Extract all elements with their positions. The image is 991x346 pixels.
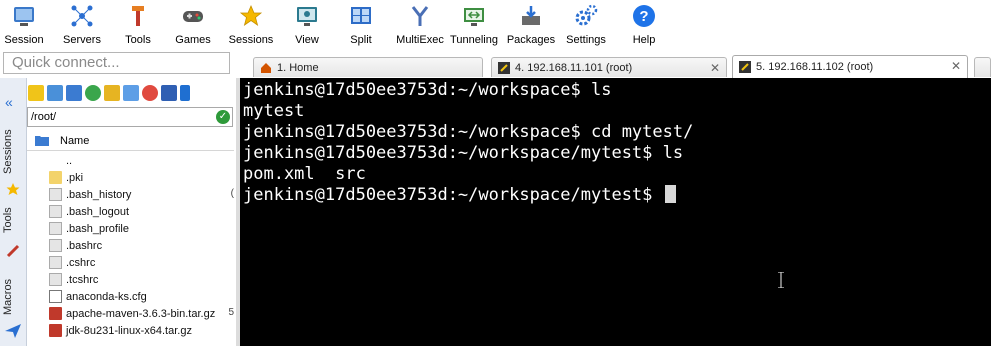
- new-tab-button[interactable]: [974, 57, 991, 77]
- tab-home[interactable]: 1. Home: [253, 57, 483, 77]
- sftp-sidebar: « Sessions Tools Macros /root/ ✓ Name ..…: [0, 78, 238, 346]
- games-icon: [180, 3, 206, 29]
- tunneling-button[interactable]: Tunneling: [450, 0, 498, 50]
- session-icon: [11, 3, 37, 29]
- new-file-icon[interactable]: [123, 85, 139, 101]
- tools-icon: [125, 3, 151, 29]
- properties-icon[interactable]: [180, 85, 190, 101]
- terminal-line: jenkins@17d50ee3753d:~/workspace/mytest$…: [243, 143, 684, 163]
- packages-icon: [518, 3, 544, 29]
- terminal-line: mytest: [243, 101, 305, 121]
- list-item[interactable]: jdk-8u231-linux-x64.tar.gz: [27, 322, 234, 339]
- file-icon: [49, 222, 62, 235]
- vtab-macros[interactable]: Macros: [2, 274, 24, 320]
- folder-up-icon[interactable]: [28, 85, 44, 101]
- list-item[interactable]: .pki: [27, 169, 234, 186]
- folder-icon: [35, 134, 49, 149]
- servers-icon: [69, 3, 95, 29]
- folder-icon: [49, 171, 62, 184]
- terminal-prompt-line: jenkins@17d50ee3753d:~/workspace/mytest$: [243, 185, 676, 206]
- quick-connect-input[interactable]: Quick connect...: [3, 52, 230, 74]
- rename-icon[interactable]: [161, 85, 177, 101]
- file-icon: [49, 239, 62, 252]
- tools-icon: [6, 244, 20, 263]
- tunneling-icon: [461, 3, 487, 29]
- view-icon: [294, 3, 320, 29]
- sidebar-vertical-tabs: « Sessions Tools Macros: [0, 78, 27, 346]
- text-cursor-icon: [778, 271, 784, 289]
- list-item[interactable]: .tcshrc: [27, 271, 234, 288]
- refresh-icon[interactable]: [85, 85, 101, 101]
- path-input[interactable]: /root/ ✓: [27, 107, 233, 127]
- close-icon[interactable]: ✕: [951, 59, 961, 73]
- list-item[interactable]: .bash_profile: [27, 220, 234, 237]
- vtab-sessions[interactable]: Sessions: [2, 124, 24, 180]
- star-icon: [238, 3, 264, 29]
- help-icon: ?: [631, 3, 657, 29]
- tab-session-101[interactable]: 4. 192.168.11.101 (root) ✕: [491, 57, 727, 77]
- terminal-line: pom.xml src: [243, 164, 366, 184]
- ssh-icon: [498, 61, 510, 74]
- list-item[interactable]: .bashrc: [27, 237, 234, 254]
- list-item[interactable]: .cshrc: [27, 254, 234, 271]
- list-item[interactable]: ..: [27, 152, 234, 169]
- session-tabbar: 1. Home 4. 192.168.11.101 (root) ✕ 5. 19…: [238, 52, 991, 78]
- upload-icon[interactable]: [66, 85, 82, 101]
- help-button[interactable]: ? Help: [629, 0, 659, 50]
- delete-icon[interactable]: [142, 85, 158, 101]
- sessions-button[interactable]: Sessions: [228, 0, 274, 50]
- folder-up-icon: [49, 154, 62, 167]
- terminal-cursor: [664, 185, 676, 203]
- view-button[interactable]: View: [290, 0, 324, 50]
- column-name[interactable]: Name: [60, 135, 89, 147]
- main-toolbar: Session Servers Tools Games Sessions Vie…: [0, 0, 991, 50]
- packages-button[interactable]: Packages: [506, 0, 556, 50]
- file-toolbar: [28, 82, 236, 104]
- star-icon: [6, 182, 20, 201]
- home-icon: [260, 62, 272, 74]
- list-item[interactable]: anaconda-ks.cfg: [27, 288, 234, 305]
- session-button[interactable]: Session: [2, 0, 46, 50]
- collapse-chevron-icon[interactable]: «: [5, 94, 13, 110]
- svg-text:?: ?: [639, 8, 648, 25]
- list-item[interactable]: .bash_history(: [27, 186, 234, 203]
- vtab-tools[interactable]: Tools: [2, 200, 24, 240]
- send-icon: [5, 324, 21, 343]
- servers-button[interactable]: Servers: [58, 0, 106, 50]
- file-icon: [49, 273, 62, 286]
- games-button[interactable]: Games: [173, 0, 213, 50]
- terminal-line: jenkins@17d50ee3753d:~/workspace$ cd myt…: [243, 122, 694, 142]
- tools-button[interactable]: Tools: [118, 0, 158, 50]
- archive-icon: [49, 307, 62, 320]
- tab-session-102[interactable]: 5. 192.168.11.102 (root) ✕: [732, 55, 968, 78]
- file-icon: [49, 256, 62, 269]
- new-folder-icon[interactable]: [104, 85, 120, 101]
- archive-icon: [49, 324, 62, 337]
- list-item[interactable]: apache-maven-3.6.3-bin.tar.gz 5: [27, 305, 234, 322]
- terminal-pane[interactable]: jenkins@17d50ee3753d:~/workspace$ ls myt…: [240, 78, 991, 346]
- terminal-line: jenkins@17d50ee3753d:~/workspace$ ls: [243, 80, 612, 100]
- check-icon[interactable]: ✓: [216, 110, 230, 124]
- list-item[interactable]: .bash_logout: [27, 203, 234, 220]
- settings-button[interactable]: Settings: [565, 0, 607, 50]
- config-file-icon: [49, 290, 62, 303]
- close-icon[interactable]: ✕: [710, 61, 720, 75]
- file-list-header: Name: [27, 130, 234, 151]
- file-icon: [49, 205, 62, 218]
- file-icon: [49, 188, 62, 201]
- split-icon: [348, 3, 374, 29]
- file-list: .. .pki .bash_history( .bash_logout .bas…: [27, 152, 234, 339]
- settings-icon: [573, 3, 599, 29]
- split-button[interactable]: Split: [346, 0, 376, 50]
- multiexec-button[interactable]: MultiExec: [394, 0, 446, 50]
- ssh-icon: [739, 61, 751, 73]
- multiexec-icon: [407, 3, 433, 29]
- download-icon[interactable]: [47, 85, 63, 101]
